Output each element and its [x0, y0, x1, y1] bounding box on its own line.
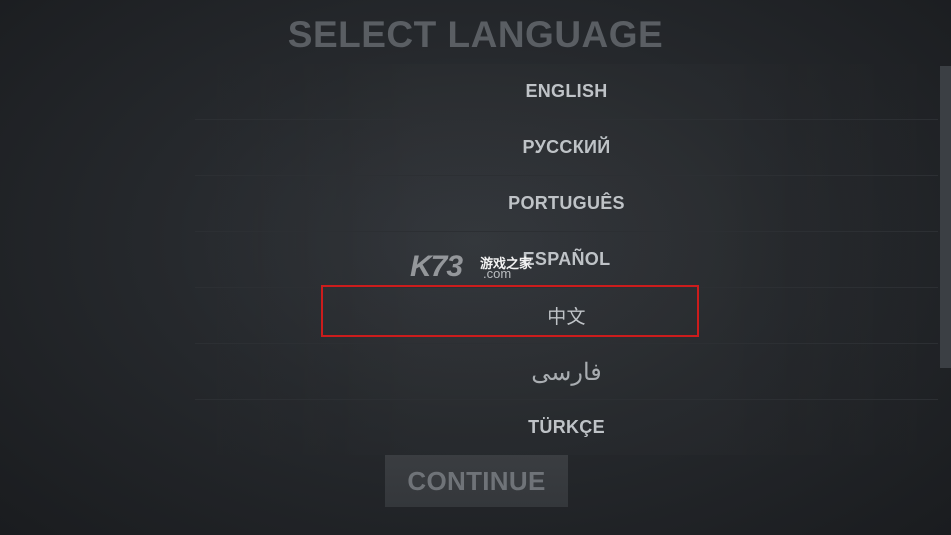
- continue-button[interactable]: CONTINUE: [385, 455, 568, 507]
- language-option-turkish[interactable]: TÜRKÇE: [195, 400, 938, 455]
- language-option-russian[interactable]: РУССКИЙ: [195, 120, 938, 176]
- language-option-persian[interactable]: فارسی: [195, 344, 938, 400]
- language-option-chinese[interactable]: 中文: [195, 288, 938, 344]
- list-scrollbar[interactable]: [940, 66, 951, 368]
- language-option-spanish[interactable]: ESPAÑOL: [195, 232, 938, 288]
- language-option-portuguese[interactable]: PORTUGUÊS: [195, 176, 938, 232]
- language-select-screen: SELECT LANGUAGE ENGLISH РУССКИЙ PORTUGUÊ…: [0, 0, 951, 535]
- language-option-english[interactable]: ENGLISH: [195, 64, 938, 120]
- language-list[interactable]: ENGLISH РУССКИЙ PORTUGUÊS ESPAÑOL 中文 فار…: [195, 64, 938, 455]
- page-title: SELECT LANGUAGE: [287, 14, 664, 55]
